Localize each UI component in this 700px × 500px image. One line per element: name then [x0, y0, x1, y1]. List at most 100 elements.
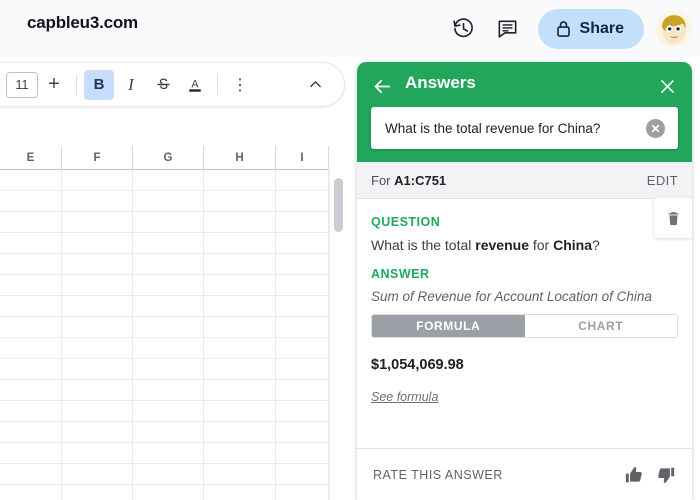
- grid-cell[interactable]: [276, 485, 329, 500]
- grid-cell[interactable]: [133, 464, 204, 485]
- grid-cell[interactable]: [62, 359, 133, 380]
- grid-cell[interactable]: [276, 296, 329, 317]
- grid-cell[interactable]: [204, 233, 276, 254]
- grid-cell[interactable]: [204, 212, 276, 233]
- grid-cell[interactable]: [62, 338, 133, 359]
- tab-formula[interactable]: FORMULA: [372, 315, 525, 337]
- grid-cell[interactable]: [62, 233, 133, 254]
- grid-cell[interactable]: [276, 170, 329, 191]
- grid-cell[interactable]: [204, 317, 276, 338]
- column-header-i[interactable]: I: [276, 146, 329, 170]
- grid-cell[interactable]: [62, 317, 133, 338]
- grid-cell[interactable]: [204, 464, 276, 485]
- grid-row[interactable]: [0, 380, 329, 401]
- grid-cell[interactable]: [276, 191, 329, 212]
- column-header-f[interactable]: F: [62, 146, 133, 170]
- grid-cell[interactable]: [204, 338, 276, 359]
- grid-cell[interactable]: [0, 359, 62, 380]
- grid-cell[interactable]: [0, 233, 62, 254]
- grid-cell[interactable]: [0, 443, 62, 464]
- italic-button[interactable]: I: [116, 70, 146, 100]
- grid-cell[interactable]: [62, 422, 133, 443]
- thumbs-up-icon[interactable]: [624, 465, 644, 485]
- grid-cell[interactable]: [0, 380, 62, 401]
- bold-button[interactable]: B: [84, 69, 114, 100]
- grid-cell[interactable]: [204, 485, 276, 500]
- grid-cell[interactable]: [62, 212, 133, 233]
- grid-cell[interactable]: [133, 254, 204, 275]
- question-search-field[interactable]: [371, 107, 678, 149]
- grid-cell[interactable]: [133, 359, 204, 380]
- grid-cell[interactable]: [276, 338, 329, 359]
- more-options-button[interactable]: ⋮: [225, 70, 255, 100]
- grid-cell[interactable]: [276, 380, 329, 401]
- see-formula-link[interactable]: See formula: [371, 390, 438, 404]
- grid-cell[interactable]: [62, 170, 133, 191]
- grid-cell[interactable]: [204, 380, 276, 401]
- collapse-toolbar-button[interactable]: [300, 70, 330, 100]
- grid-cell[interactable]: [62, 296, 133, 317]
- grid-cell[interactable]: [276, 317, 329, 338]
- grid-cell[interactable]: [133, 401, 204, 422]
- grid-cell[interactable]: [133, 233, 204, 254]
- grid-cell[interactable]: [133, 275, 204, 296]
- grid-cell[interactable]: [0, 212, 62, 233]
- grid-cell[interactable]: [133, 485, 204, 500]
- grid-cell[interactable]: [204, 254, 276, 275]
- grid-row[interactable]: [0, 338, 329, 359]
- grid-cell[interactable]: [0, 275, 62, 296]
- grid-cell[interactable]: [62, 380, 133, 401]
- grid-cell[interactable]: [276, 464, 329, 485]
- grid-cell[interactable]: [204, 401, 276, 422]
- grid-cell[interactable]: [133, 443, 204, 464]
- close-icon[interactable]: [652, 71, 682, 101]
- grid-cell[interactable]: [62, 275, 133, 296]
- grid-cell[interactable]: [133, 212, 204, 233]
- thumbs-down-icon[interactable]: [656, 465, 676, 485]
- grid-cell[interactable]: [0, 191, 62, 212]
- grid-cell[interactable]: [133, 296, 204, 317]
- grid-cell[interactable]: [276, 359, 329, 380]
- column-header-g[interactable]: G: [133, 146, 204, 170]
- increase-font-size-button[interactable]: +: [39, 70, 69, 100]
- grid-row[interactable]: [0, 485, 329, 500]
- grid-cell[interactable]: [204, 359, 276, 380]
- grid-cell[interactable]: [133, 422, 204, 443]
- tab-chart[interactable]: CHART: [524, 315, 677, 337]
- grid-cell[interactable]: [204, 275, 276, 296]
- vertical-scrollbar-thumb[interactable]: [334, 178, 343, 232]
- grid-cell[interactable]: [276, 233, 329, 254]
- grid-cell[interactable]: [62, 443, 133, 464]
- grid-cell[interactable]: [0, 401, 62, 422]
- grid-cell[interactable]: [133, 170, 204, 191]
- avatar[interactable]: [656, 10, 692, 47]
- grid-row[interactable]: [0, 464, 329, 485]
- grid-cell[interactable]: [276, 401, 329, 422]
- grid-cell[interactable]: [276, 422, 329, 443]
- grid-cell[interactable]: [0, 485, 62, 500]
- grid-cell[interactable]: [133, 317, 204, 338]
- font-size-input[interactable]: 11: [6, 71, 38, 98]
- grid-row[interactable]: [0, 275, 329, 296]
- grid-cell[interactable]: [204, 422, 276, 443]
- grid-cell[interactable]: [133, 380, 204, 401]
- column-header-e[interactable]: E: [0, 146, 62, 170]
- grid-cell[interactable]: [276, 275, 329, 296]
- spreadsheet-grid[interactable]: EFGHI: [0, 146, 345, 500]
- grid-row[interactable]: [0, 170, 329, 191]
- grid-cell[interactable]: [62, 485, 133, 500]
- grid-cell[interactable]: [0, 464, 62, 485]
- grid-cell[interactable]: [204, 443, 276, 464]
- grid-cell[interactable]: [276, 212, 329, 233]
- grid-cell[interactable]: [276, 443, 329, 464]
- grid-row[interactable]: [0, 422, 329, 443]
- grid-cell[interactable]: [0, 296, 62, 317]
- grid-cell[interactable]: [0, 338, 62, 359]
- grid-cell[interactable]: [62, 254, 133, 275]
- grid-cell[interactable]: [62, 191, 133, 212]
- grid-cell[interactable]: [0, 317, 62, 338]
- clear-icon[interactable]: [646, 118, 665, 138]
- text-color-button[interactable]: A: [180, 70, 210, 100]
- grid-cell[interactable]: [0, 422, 62, 443]
- grid-row[interactable]: [0, 443, 329, 464]
